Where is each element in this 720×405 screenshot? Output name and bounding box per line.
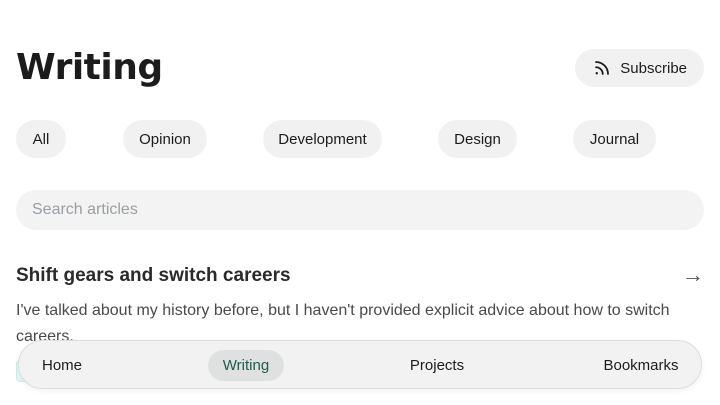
subscribe-button[interactable]: Subscribe [575, 49, 704, 87]
filter-chip-design[interactable]: Design [438, 120, 517, 158]
article-title[interactable]: Shift gears and switch careers [16, 262, 704, 290]
search-input[interactable] [16, 190, 704, 230]
arrow-right-icon[interactable]: → [682, 262, 704, 288]
nav-item-bookmarks[interactable]: Bookmarks [592, 350, 690, 381]
bottom-navigation: Home Writing Projects Bookmarks [18, 340, 702, 389]
nav-item-projects[interactable]: Projects [400, 350, 474, 381]
filter-chip-opinion[interactable]: Opinion [123, 120, 207, 158]
page-header: Writing Subscribe [16, 44, 704, 92]
category-filters: All Opinion Development Design Journal [16, 120, 704, 158]
page-title: Writing [16, 47, 163, 88]
filter-chip-journal[interactable]: Journal [573, 120, 656, 158]
nav-item-home[interactable]: Home [32, 350, 92, 381]
filter-chip-development[interactable]: Development [263, 120, 382, 158]
filter-chip-all[interactable]: All [16, 120, 66, 158]
subscribe-label: Subscribe [620, 59, 687, 77]
rss-icon [593, 59, 611, 77]
nav-item-writing[interactable]: Writing [208, 350, 284, 381]
